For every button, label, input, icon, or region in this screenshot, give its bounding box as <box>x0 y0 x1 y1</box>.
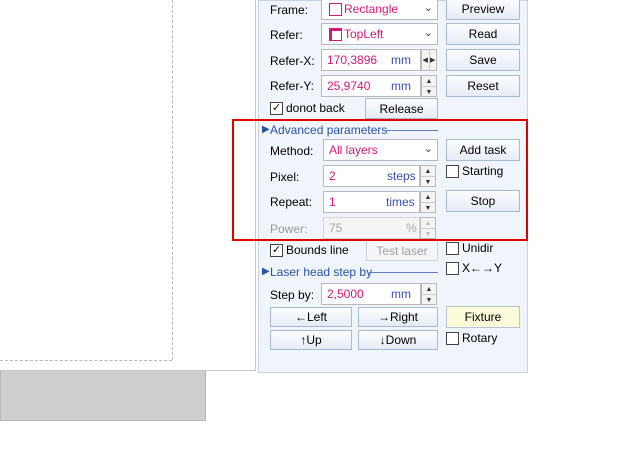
arrow-down-icon[interactable]: ▼ <box>422 87 436 97</box>
refer-select[interactable]: TopLeft ⌄ <box>321 23 438 45</box>
chevron-down-icon: ⌄ <box>423 27 433 39</box>
bounds-line-checkbox[interactable]: ✓ <box>270 244 283 257</box>
reset-button[interactable]: Reset <box>446 75 520 97</box>
unidir-label: Unidir <box>462 241 494 255</box>
arrow-left-icon[interactable]: ◀ <box>422 50 430 70</box>
preview-button[interactable]: Preview <box>446 0 520 20</box>
x-y-swap-label: X←→Y <box>462 261 503 275</box>
canvas-guide-horizontal <box>0 360 172 361</box>
unidir-checkbox[interactable] <box>446 242 459 255</box>
chevron-down-icon: ⌄ <box>423 2 433 14</box>
refer-x-label: Refer-X: <box>270 54 315 68</box>
move-right-button[interactable]: →Right <box>358 307 438 327</box>
rotary-checkbox[interactable] <box>446 332 459 345</box>
step-by-input[interactable]: 2,5000 mm <box>321 283 421 305</box>
x-y-swap-checkbox[interactable] <box>446 262 459 275</box>
expand-triangle-icon[interactable]: ▶ <box>262 266 270 277</box>
release-button[interactable]: Release <box>365 98 438 119</box>
save-button[interactable]: Save <box>446 49 520 71</box>
rotary-label: Rotary <box>462 331 498 345</box>
refer-y-stepper[interactable]: ▲ ▼ <box>421 75 437 97</box>
refer-x-stepper[interactable]: ◀ ▶ <box>421 49 437 71</box>
check-icon: ✓ <box>271 102 282 114</box>
bounds-line-label: Bounds line <box>286 243 349 257</box>
step-by-label: Step by: <box>270 288 315 302</box>
fixture-button[interactable]: Fixture <box>446 306 520 328</box>
laser-head-step-header[interactable]: Laser head step by <box>270 265 372 279</box>
donot-back-label: donot back <box>286 101 345 115</box>
frame-label: Frame: <box>270 3 309 17</box>
check-icon: ✓ <box>271 244 282 256</box>
section-divider <box>369 272 438 273</box>
frame-select[interactable]: Rectangle ⌄ <box>321 0 438 20</box>
move-left-button[interactable]: ←Left <box>270 307 352 327</box>
refer-y-input[interactable]: 25,9740 mm <box>321 75 421 97</box>
design-canvas[interactable] <box>0 0 256 371</box>
test-laser-button: Test laser <box>366 240 438 261</box>
move-down-button[interactable]: ↓Down <box>358 330 438 350</box>
step-by-stepper[interactable]: ▲ ▼ <box>421 283 437 305</box>
advanced-parameters-highlight <box>232 119 528 241</box>
refer-label: Refer: <box>270 28 303 42</box>
canvas-guide-vertical <box>172 0 173 360</box>
refer-y-label: Refer-Y: <box>270 79 315 93</box>
arrow-right-icon[interactable]: ▶ <box>430 50 437 70</box>
refer-x-input[interactable]: 170,3896 mm <box>321 49 421 71</box>
arrow-up-icon[interactable]: ▲ <box>422 284 436 295</box>
move-up-button[interactable]: ↑Up <box>270 330 352 350</box>
read-button[interactable]: Read <box>446 23 520 45</box>
top-left-anchor-icon <box>329 28 342 41</box>
rectangle-icon <box>329 3 342 16</box>
arrow-down-icon[interactable]: ▼ <box>422 295 436 305</box>
arrow-up-icon[interactable]: ▲ <box>422 76 436 87</box>
canvas-shadow <box>0 368 206 421</box>
donot-back-checkbox[interactable]: ✓ <box>270 102 283 115</box>
